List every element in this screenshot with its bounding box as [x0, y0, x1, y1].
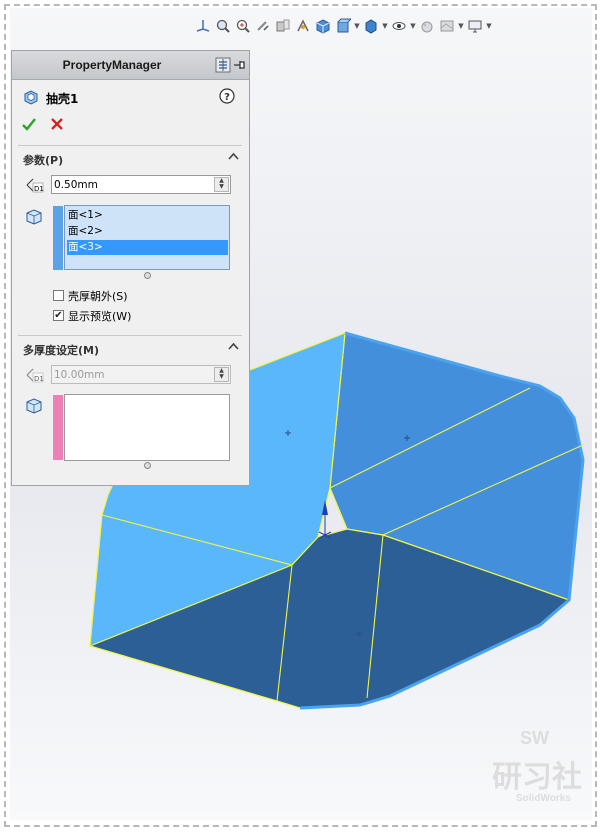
multi-thickness-spinner: ▲ ▼ — [214, 367, 229, 382]
show-preview-label: 显示预览(W) — [68, 310, 132, 323]
pm-header: PropertyManager — [12, 51, 249, 80]
multi-thickness-input: ▲▼ — [51, 365, 231, 384]
face-list-item-3[interactable]: 面<3> — [67, 240, 228, 255]
multi-thickness-dimension-icon: D1 — [24, 366, 44, 384]
multi-thickness-section-title: 多厚度设定(M) — [23, 344, 100, 357]
pin-icon[interactable] — [233, 58, 247, 72]
help-circle-icon[interactable]: ? — [219, 88, 235, 104]
dynamic-annotation-icon[interactable] — [294, 17, 312, 35]
svg-text:?: ? — [224, 92, 230, 103]
watermark-sw: SW — [520, 728, 549, 748]
edit-appearance-icon[interactable] — [418, 17, 436, 35]
thickness-input[interactable]: ▲▼ — [51, 175, 231, 194]
face-selection-icon — [25, 208, 43, 226]
thickness-dimension-icon: D1 — [24, 176, 44, 194]
faces-to-remove-list[interactable]: 面<1> 面<2> 面<3> — [64, 205, 230, 270]
collapse-up-icon[interactable] — [228, 342, 239, 353]
thickness-input-field[interactable] — [54, 177, 204, 192]
display-style-icon[interactable] — [334, 17, 352, 35]
multi-thickness-faces-list[interactable] — [64, 394, 230, 461]
params-section-title: 参数(P) — [23, 154, 64, 167]
zoom-to-fit-icon[interactable] — [214, 17, 232, 35]
shell-outward-label: 壳厚朝外(S) — [68, 290, 128, 303]
pm-expand-icon[interactable] — [215, 57, 231, 73]
svg-text:D1: D1 — [34, 185, 44, 193]
pm-header-title: PropertyManager — [62, 58, 162, 72]
chevron-down-icon[interactable]: ▼ — [410, 22, 416, 30]
hide-show-items-icon[interactable] — [362, 17, 380, 35]
view-orientation-icon[interactable] — [194, 17, 212, 35]
property-manager: PropertyManager 抽壳1 ? 参数(P) D1 ▲▼ 面<1> — [11, 50, 250, 486]
selection-color-bar — [53, 206, 63, 270]
red-x-icon[interactable] — [49, 116, 65, 132]
section-view-icon[interactable] — [274, 17, 292, 35]
show-preview-checkbox[interactable]: ✔ — [53, 310, 64, 321]
green-check-icon[interactable] — [21, 116, 37, 132]
view-orientation-cube-icon[interactable] — [314, 17, 332, 35]
svg-text:D1: D1 — [34, 375, 44, 383]
thickness-spinner[interactable]: ▲ ▼ — [214, 177, 229, 192]
face-list-item-1[interactable]: 面<1> — [67, 208, 228, 223]
list-resize-grip[interactable] — [144, 462, 151, 469]
zoom-to-area-icon[interactable] — [234, 17, 252, 35]
shell-outward-checkbox[interactable] — [53, 290, 64, 301]
chevron-down-icon[interactable]: ▼ — [458, 22, 464, 30]
divider — [18, 145, 242, 146]
watermark-brand: SolidWorks — [516, 793, 571, 804]
view-settings-monitor-icon[interactable] — [466, 17, 484, 35]
multi-thickness-input-field — [54, 367, 204, 382]
watermark-title: 研习社 — [492, 760, 582, 795]
multi-selection-color-bar — [53, 395, 63, 460]
previous-view-icon[interactable] — [254, 17, 272, 35]
feature-name: 抽壳1 — [46, 92, 79, 106]
chevron-down-icon[interactable]: ▼ — [354, 22, 360, 30]
list-resize-grip[interactable] — [144, 272, 151, 279]
visibility-eye-icon[interactable] — [390, 17, 408, 35]
shell-feature-icon — [22, 88, 40, 106]
divider — [18, 335, 242, 336]
heads-up-toolbar: ▼ ▼ ▼ ▼ ▼ — [194, 16, 492, 36]
collapse-up-icon[interactable] — [228, 152, 239, 163]
multi-face-selection-icon — [25, 397, 43, 415]
chevron-down-icon[interactable]: ▼ — [382, 22, 388, 30]
apply-scene-icon[interactable] — [438, 17, 456, 35]
chevron-down-icon[interactable]: ▼ — [486, 22, 492, 30]
face-list-item-2[interactable]: 面<2> — [67, 224, 228, 239]
